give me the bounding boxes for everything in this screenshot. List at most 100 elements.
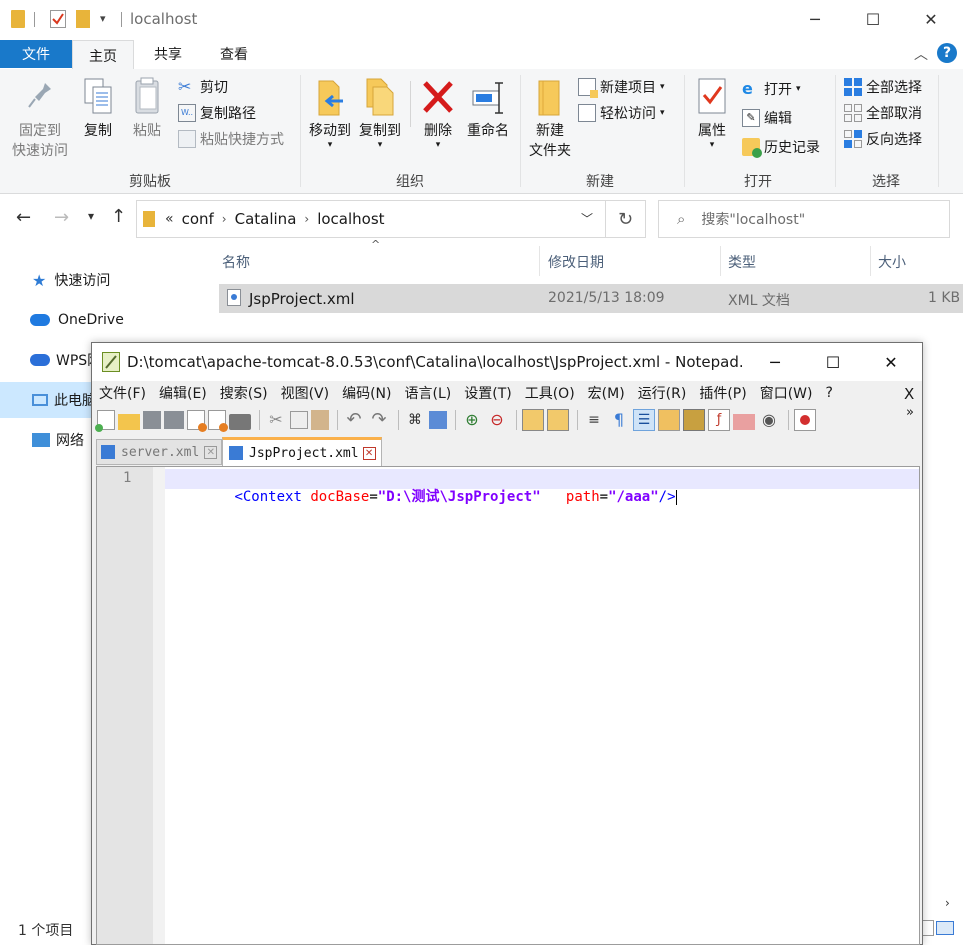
tab-server-xml[interactable]: server.xml ✕: [96, 439, 222, 465]
open-button[interactable]: e 打开 ▾: [742, 77, 801, 101]
sidebar-item-onedrive[interactable]: OneDrive: [0, 302, 200, 338]
large-icons-view-icon[interactable]: [936, 921, 954, 935]
properties-check-icon[interactable]: [50, 10, 66, 28]
paste-button[interactable]: 粘贴: [129, 77, 165, 141]
tab-share[interactable]: 共享: [138, 40, 198, 68]
folder-workspace-icon[interactable]: [733, 413, 755, 430]
invert-selection-button[interactable]: 反向选择: [844, 127, 922, 151]
select-none-button[interactable]: 全部取消: [844, 101, 922, 125]
save-icon[interactable]: [143, 411, 161, 429]
scroll-right-icon[interactable]: ›: [945, 896, 950, 910]
close-file-icon[interactable]: [187, 410, 207, 432]
record-macro-icon[interactable]: [794, 409, 816, 431]
editor-area[interactable]: 1 <Context docBase="D:\测试\JspProject" pa…: [96, 466, 920, 945]
search-box[interactable]: ⌕ 搜索"localhost": [658, 200, 950, 238]
menu-search[interactable]: 搜索(S): [220, 383, 268, 403]
forward-arrow-icon[interactable]: →: [54, 207, 69, 228]
menu-encoding[interactable]: 编码(N): [342, 383, 391, 403]
chevron-right-icon[interactable]: ›: [304, 212, 309, 226]
column-header-date[interactable]: 修改日期: [548, 252, 604, 272]
sidebar-item-quick-access[interactable]: ★ 快速访问: [0, 262, 200, 298]
address-bar[interactable]: « conf › Catalina › localhost ﹀: [136, 200, 606, 238]
menu-file[interactable]: 文件(F): [99, 383, 146, 403]
minimize-button[interactable]: ─: [786, 0, 844, 38]
tab-jspproject-xml[interactable]: JspProject.xml ✕: [222, 437, 382, 466]
copy-button[interactable]: 复制: [80, 77, 116, 141]
recent-locations-icon[interactable]: ▾: [88, 209, 94, 223]
easy-access-button[interactable]: 轻松访问 ▾: [578, 101, 665, 125]
breadcrumb-localhost[interactable]: localhost: [317, 210, 384, 228]
menu-language[interactable]: 语言(L): [405, 383, 452, 403]
tab-home[interactable]: 主页: [72, 40, 134, 70]
tab-view[interactable]: 查看: [204, 40, 264, 68]
save-all-icon[interactable]: [164, 411, 184, 429]
new-file-icon[interactable]: [95, 410, 115, 432]
udl-icon[interactable]: [658, 409, 680, 431]
menu-plugins[interactable]: 插件(P): [699, 383, 746, 403]
breadcrumb-catalina[interactable]: Catalina: [235, 210, 297, 228]
column-header-size[interactable]: 大小: [878, 252, 906, 272]
new-folder-quick-icon[interactable]: [76, 10, 90, 28]
help-icon[interactable]: ?: [937, 43, 957, 63]
new-folder-button[interactable]: 新建 文件夹: [526, 77, 574, 161]
close-all-icon[interactable]: [208, 410, 228, 432]
edit-button[interactable]: ✎ 编辑: [742, 106, 792, 130]
doc-map-icon[interactable]: [683, 409, 705, 431]
paste-shortcut-button[interactable]: 粘贴快捷方式: [178, 127, 284, 151]
word-wrap-icon[interactable]: ≡: [583, 409, 605, 431]
pin-quick-access-button[interactable]: 固定到 快速访问: [8, 77, 72, 161]
breadcrumb-conf[interactable]: conf: [182, 210, 214, 228]
new-item-button[interactable]: 新建项目 ▾: [578, 75, 665, 99]
copy-to-button[interactable]: 复制到 ▾: [356, 77, 404, 150]
monitoring-icon[interactable]: ◉: [758, 409, 780, 431]
toolbar-overflow-icon[interactable]: »: [906, 405, 914, 420]
indent-guide-icon[interactable]: ☰: [633, 409, 655, 431]
delete-button[interactable]: 删除 ▾: [418, 77, 458, 150]
close-document-button[interactable]: X: [904, 385, 914, 403]
chevron-right-icon[interactable]: ›: [222, 212, 227, 226]
address-dropdown-icon[interactable]: ﹀: [581, 210, 593, 227]
print-icon[interactable]: [229, 413, 251, 430]
collapse-ribbon-icon[interactable]: ︿: [914, 44, 928, 64]
show-all-chars-icon[interactable]: ¶: [608, 409, 630, 431]
maximize-button[interactable]: ☐: [844, 0, 902, 38]
history-button[interactable]: 历史记录: [742, 135, 820, 159]
redo-icon[interactable]: ↷: [368, 409, 390, 431]
zoom-out-icon[interactable]: ⊖: [486, 409, 508, 431]
back-arrow-icon[interactable]: ←: [16, 207, 31, 228]
open-file-icon[interactable]: [118, 414, 140, 430]
notepad-maximize-button[interactable]: ☐: [804, 343, 862, 381]
customize-qat-icon[interactable]: ▾: [100, 12, 106, 25]
function-list-icon[interactable]: ƒ: [708, 409, 730, 431]
column-header-name[interactable]: 名称: [222, 252, 250, 272]
notepad-minimize-button[interactable]: ─: [746, 343, 804, 381]
menu-settings[interactable]: 设置(T): [464, 383, 511, 403]
menu-run[interactable]: 运行(R): [638, 383, 687, 403]
menu-edit[interactable]: 编辑(E): [159, 383, 207, 403]
menu-window[interactable]: 窗口(W): [760, 383, 813, 403]
tab-close-icon[interactable]: ✕: [204, 445, 218, 459]
tab-close-icon[interactable]: ✕: [362, 446, 376, 460]
file-row[interactable]: JspProject.xml 2021/5/13 18:09 XML 文档 1 …: [219, 284, 963, 313]
up-arrow-icon[interactable]: ↑: [111, 206, 126, 227]
refresh-button[interactable]: ↻: [606, 200, 646, 238]
select-all-button[interactable]: 全部选择: [844, 75, 922, 99]
undo-icon[interactable]: ↶: [343, 409, 365, 431]
replace-icon[interactable]: [429, 411, 447, 429]
find-icon[interactable]: ⌘: [404, 409, 426, 431]
menu-help[interactable]: ?: [826, 385, 833, 401]
menu-tools[interactable]: 工具(O): [525, 383, 575, 403]
tab-file[interactable]: 文件: [0, 40, 72, 68]
move-to-button[interactable]: 移动到 ▾: [306, 77, 354, 150]
cut-button[interactable]: ✂ 剪切: [178, 75, 228, 99]
notepad-close-button[interactable]: ✕: [862, 343, 920, 381]
cut-icon[interactable]: ✂: [265, 409, 287, 431]
copy-path-button[interactable]: W.. 复制路径: [178, 101, 256, 125]
sync-horizontal-icon[interactable]: [547, 409, 569, 431]
menu-macro[interactable]: 宏(M): [588, 383, 625, 403]
properties-button[interactable]: 属性 ▾: [692, 77, 732, 150]
sync-vertical-icon[interactable]: [522, 409, 544, 431]
close-button[interactable]: ✕: [902, 0, 960, 38]
rename-button[interactable]: 重命名: [462, 77, 514, 141]
copy-doc-icon[interactable]: [290, 411, 308, 429]
